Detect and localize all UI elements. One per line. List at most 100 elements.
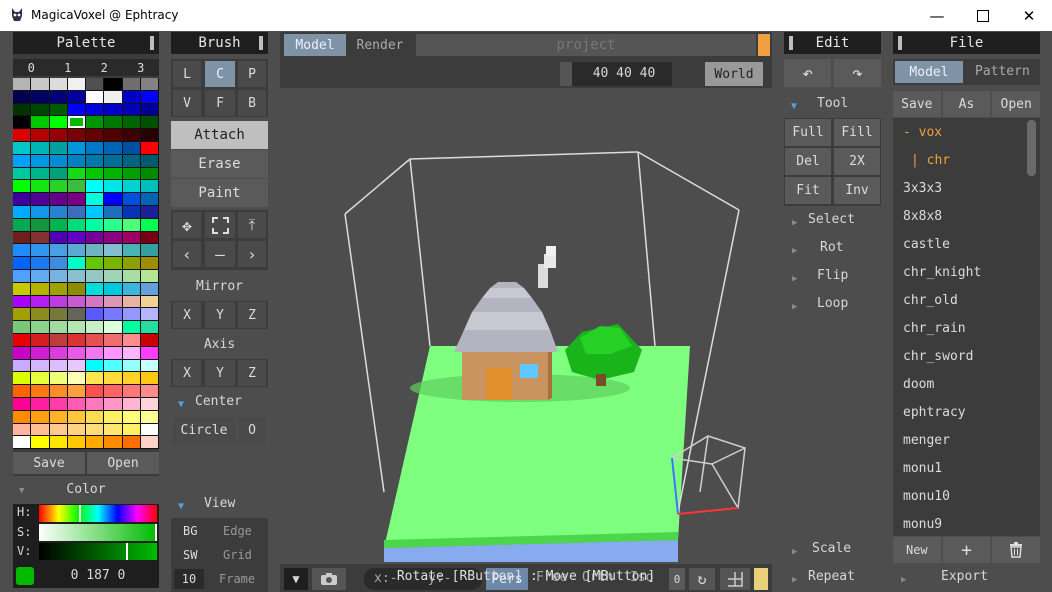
- file-item[interactable]: monu9: [893, 510, 1040, 536]
- palette-swatch[interactable]: [122, 270, 140, 282]
- axis-y-button[interactable]: Y: [205, 360, 235, 386]
- palette-swatch[interactable]: [67, 206, 85, 218]
- file-item[interactable]: doom: [893, 370, 1040, 398]
- palette-swatch[interactable]: [86, 78, 104, 90]
- palette-swatch[interactable]: [13, 154, 31, 167]
- tab-model[interactable]: Model: [284, 34, 346, 56]
- bg-toggle[interactable]: BG: [183, 524, 197, 538]
- palette-swatch[interactable]: [104, 372, 122, 385]
- palette-swatch[interactable]: [86, 346, 104, 359]
- palette-swatch[interactable]: [31, 180, 49, 193]
- saturation-handle[interactable]: [155, 524, 157, 541]
- palette-swatch[interactable]: [49, 295, 67, 308]
- palette-swatch[interactable]: [104, 398, 122, 410]
- center-collapse-icon[interactable]: ▼: [178, 396, 184, 411]
- palette-swatch[interactable]: [13, 142, 31, 154]
- palette-swatch[interactable]: [104, 334, 122, 346]
- palette-swatch[interactable]: [122, 423, 140, 436]
- palette-swatch[interactable]: [49, 129, 67, 141]
- palette-swatch[interactable]: [140, 167, 158, 180]
- del-button[interactable]: Del: [785, 148, 831, 175]
- palette-swatch[interactable]: [31, 193, 49, 205]
- palette-swatch[interactable]: [67, 359, 85, 372]
- palette-swatch[interactable]: [31, 295, 49, 308]
- palette-swatch[interactable]: [104, 231, 122, 244]
- collapse-icon[interactable]: [150, 36, 154, 50]
- palette-swatch[interactable]: [31, 142, 49, 154]
- palette-swatch[interactable]: [140, 231, 158, 244]
- palette-swatch[interactable]: [31, 398, 49, 410]
- select-section[interactable]: Select: [808, 212, 855, 227]
- palette-swatch[interactable]: [67, 295, 85, 308]
- palette-swatch[interactable]: [104, 282, 122, 295]
- palette-swatch[interactable]: [67, 398, 85, 410]
- export-section[interactable]: Export: [941, 569, 988, 584]
- palette-swatch[interactable]: [49, 244, 67, 257]
- palette-swatch[interactable]: [67, 244, 85, 257]
- file-item[interactable]: ephtracy: [893, 398, 1040, 426]
- palette-swatch[interactable]: [86, 142, 104, 154]
- palette-swatch[interactable]: [13, 334, 31, 346]
- edge-toggle[interactable]: Edge: [223, 524, 252, 538]
- palette-swatch[interactable]: [13, 244, 31, 257]
- palette-swatch[interactable]: [67, 193, 85, 205]
- palette-swatch[interactable]: [122, 359, 140, 372]
- flip-expand-icon[interactable]: ▶: [792, 270, 797, 285]
- palette-swatch[interactable]: [31, 90, 49, 103]
- close-icon[interactable]: ✕: [1006, 0, 1052, 31]
- palette-swatch[interactable]: [67, 270, 85, 282]
- palette-swatch[interactable]: [13, 410, 31, 423]
- palette-tab-1[interactable]: 1: [49, 59, 86, 76]
- palette-swatch[interactable]: [122, 410, 140, 423]
- circle-button[interactable]: Circle: [173, 417, 235, 443]
- palette-swatch[interactable]: [104, 78, 122, 90]
- palette-swatch[interactable]: [140, 410, 158, 423]
- palette-swatch[interactable]: [49, 410, 67, 423]
- size-field[interactable]: 40 40 40: [560, 62, 672, 86]
- circle-o-button[interactable]: O: [238, 417, 266, 443]
- palette-swatch[interactable]: [31, 257, 49, 269]
- palette-swatch[interactable]: [140, 295, 158, 308]
- palette-swatch[interactable]: [104, 436, 122, 449]
- palette-swatch[interactable]: [104, 308, 122, 321]
- palette-swatch[interactable]: [140, 334, 158, 346]
- file-item[interactable]: 3x3x3: [893, 174, 1040, 202]
- rot-section[interactable]: Rot: [820, 240, 843, 255]
- fill-button[interactable]: Fill: [834, 119, 880, 146]
- palette-swatch[interactable]: [67, 308, 85, 321]
- palette-swatch[interactable]: [122, 244, 140, 257]
- palette-swatch[interactable]: [104, 167, 122, 180]
- palette-swatch[interactable]: [140, 206, 158, 218]
- repeat-section[interactable]: Repeat: [808, 569, 855, 584]
- palette-swatch[interactable]: [31, 372, 49, 385]
- palette-swatch[interactable]: [104, 244, 122, 257]
- palette-swatch[interactable]: [49, 308, 67, 321]
- palette-swatch[interactable]: [67, 90, 85, 103]
- palette-swatch[interactable]: [104, 142, 122, 154]
- palette-swatch[interactable]: [67, 116, 85, 129]
- palette-swatch[interactable]: [140, 244, 158, 257]
- palette-swatch[interactable]: [86, 270, 104, 282]
- select-expand-icon[interactable]: ▶: [792, 214, 797, 229]
- palette-swatch[interactable]: [86, 129, 104, 141]
- palette-swatch[interactable]: [122, 218, 140, 231]
- palette-swatch[interactable]: [13, 206, 31, 218]
- palette-swatch[interactable]: [140, 154, 158, 167]
- palette-swatch[interactable]: [31, 334, 49, 346]
- palette-swatch[interactable]: [86, 295, 104, 308]
- palette-swatch[interactable]: [86, 282, 104, 295]
- file-open-button[interactable]: Open: [992, 91, 1041, 117]
- frame-value[interactable]: 10: [174, 569, 204, 589]
- palette-swatch[interactable]: [67, 180, 85, 193]
- palette-swatch[interactable]: [140, 218, 158, 231]
- palette-swatch[interactable]: [140, 193, 158, 205]
- palette-swatch[interactable]: [13, 346, 31, 359]
- palette-swatch[interactable]: [104, 103, 122, 116]
- brush-mode-l[interactable]: L: [173, 61, 201, 87]
- palette-swatch[interactable]: [67, 154, 85, 167]
- palette-swatch[interactable]: [86, 231, 104, 244]
- palette-swatch[interactable]: [31, 103, 49, 116]
- palette-swatch[interactable]: [13, 129, 31, 141]
- palette-swatch[interactable]: [13, 78, 31, 90]
- palette-swatch[interactable]: [13, 218, 31, 231]
